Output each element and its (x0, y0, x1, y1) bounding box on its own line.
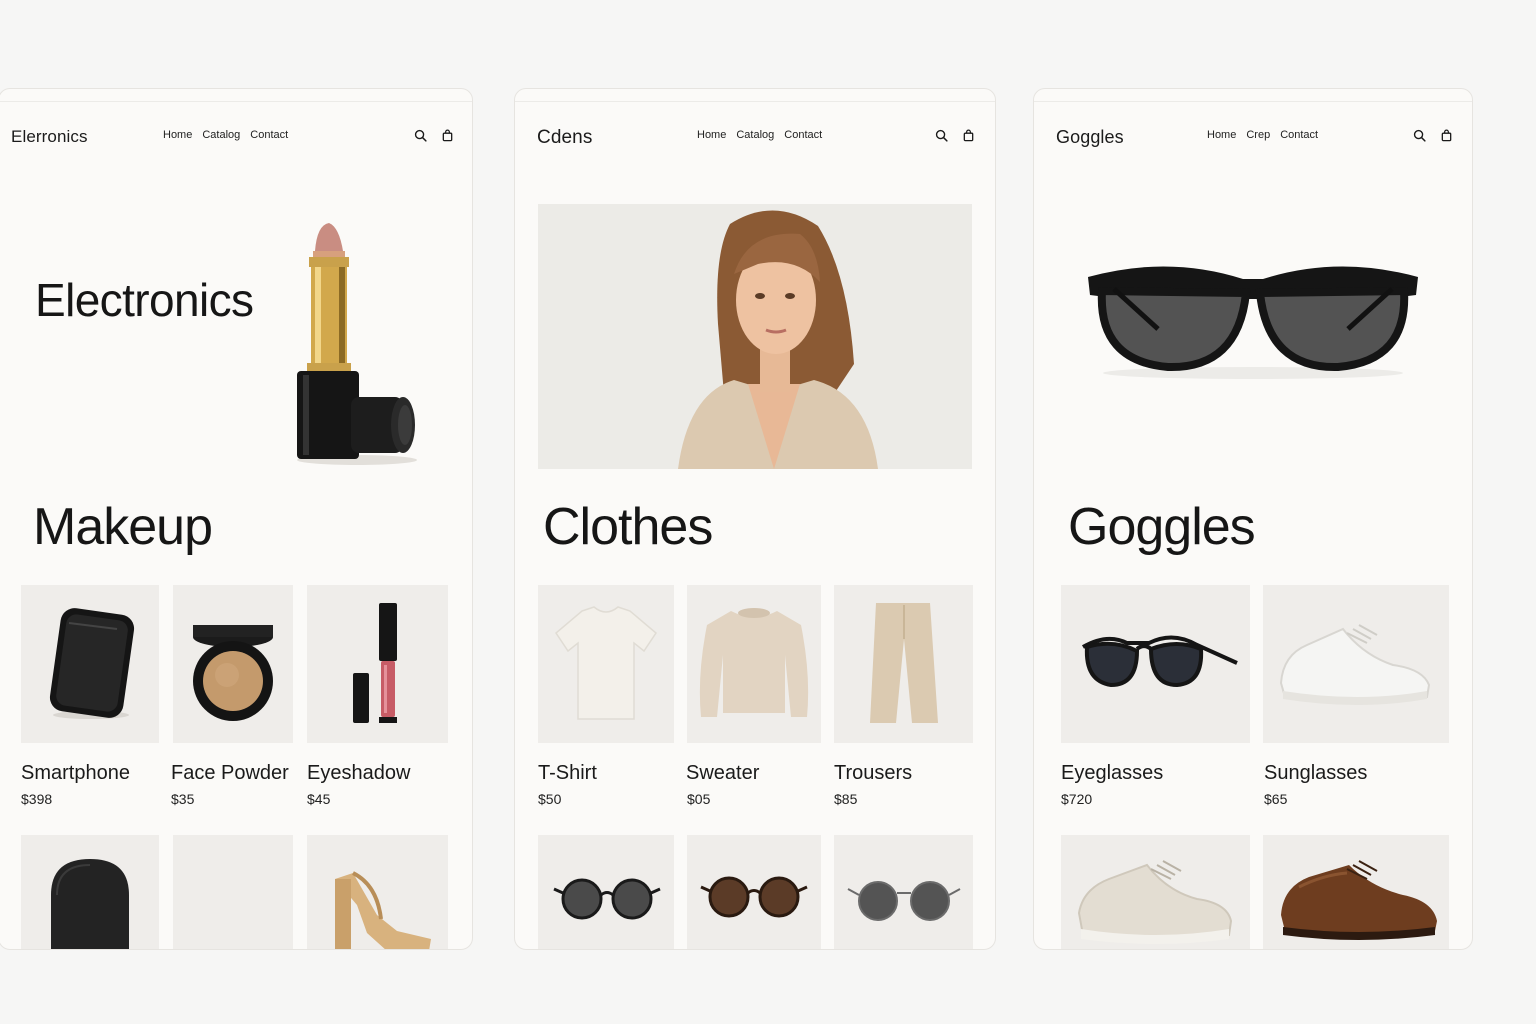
product-name[interactable]: Eyeshadow (307, 762, 410, 785)
main-nav: Home Catalog Contact (163, 129, 288, 141)
product-name[interactable]: Sweater (686, 762, 759, 785)
brand-logo[interactable]: Elerronics (11, 127, 88, 147)
brand-logo[interactable]: Goggles (1056, 127, 1124, 148)
product-tile-sweater[interactable] (687, 585, 821, 743)
product-name[interactable]: T-Shirt (538, 762, 597, 785)
panel-top-divider (515, 101, 995, 102)
nav-contact[interactable]: Contact (250, 129, 288, 141)
product-tile-derby-shoe[interactable] (1263, 835, 1449, 949)
nav-catalog[interactable]: Catalog (202, 129, 240, 141)
sunglasses-icon (553, 878, 661, 920)
smartphone-icon (49, 608, 135, 719)
product-price: $65 (1264, 791, 1288, 807)
product-price: $35 (171, 791, 195, 807)
product-name[interactable]: Face Powder (171, 762, 289, 785)
panel-top-divider (0, 101, 472, 102)
header-tools (935, 129, 975, 142)
product-name[interactable]: Sunglasses (1264, 762, 1367, 785)
product-name[interactable]: Eyeglasses (1061, 762, 1163, 785)
product-price: $85 (834, 791, 858, 807)
product-tile-sunglasses[interactable] (687, 835, 821, 949)
product-tile-sandal[interactable] (307, 835, 448, 949)
product-price: $50 (538, 791, 562, 807)
product-tile-sneaker[interactable] (1263, 585, 1449, 743)
product-price: $720 (1061, 791, 1093, 807)
nav-home[interactable]: Home (163, 129, 192, 141)
sneaker-icon (1077, 860, 1233, 944)
store-panel-electronics: Elerronics Home Catalog Contact Electron… (0, 88, 473, 950)
search-icon[interactable] (1413, 129, 1426, 142)
shopping-bag-icon[interactable] (1440, 129, 1453, 142)
product-name[interactable]: Trousers (834, 762, 912, 785)
sweater-icon (699, 608, 809, 717)
search-icon[interactable] (935, 129, 948, 142)
product-tile-speaker[interactable] (21, 835, 159, 949)
product-price: $398 (21, 791, 53, 807)
nav-home[interactable]: Home (1207, 129, 1236, 141)
product-tile-trousers[interactable] (834, 585, 973, 743)
t-shirt-icon (555, 606, 657, 720)
panel-top-divider (1034, 101, 1472, 102)
lip-gloss-icon (353, 603, 397, 723)
nav-catalog[interactable]: Catalog (736, 129, 774, 141)
section-title: Clothes (543, 498, 713, 556)
product-tile-t-shirt[interactable] (538, 585, 674, 743)
nav-crep[interactable]: Crep (1246, 129, 1270, 141)
shopping-bag-icon[interactable] (441, 129, 454, 142)
face-powder-icon (193, 625, 273, 721)
store-panel-clothes: Cdens Home Catalog Contact Clothes T-Shi… (514, 88, 996, 950)
product-price: $05 (687, 791, 711, 807)
product-price: $45 (307, 791, 331, 807)
product-name[interactable]: Smartphone (21, 762, 130, 785)
model-hero-image (538, 204, 972, 469)
smart-speaker-icon (51, 859, 129, 949)
sunglasses-icon (847, 881, 961, 921)
product-tile-eyeshadow[interactable] (307, 585, 448, 743)
derby-shoe-icon (1281, 860, 1437, 940)
product-tile-eyeglasses[interactable] (1061, 585, 1250, 743)
product-tile-sunglasses[interactable] (538, 835, 674, 949)
search-icon[interactable] (414, 129, 427, 142)
product-tile-smartphone[interactable] (21, 585, 159, 743)
section-title: Goggles (1068, 498, 1256, 556)
cat-eye-sunglasses-icon (1081, 635, 1238, 688)
nav-contact[interactable]: Contact (784, 129, 822, 141)
sunglasses-icon (700, 876, 808, 918)
lipstick-hero-image (297, 223, 417, 465)
header-tools (414, 129, 454, 142)
trousers-icon (870, 603, 938, 723)
sneaker-icon (1279, 624, 1431, 705)
main-nav: Home Crep Contact (1207, 129, 1318, 141)
nav-home[interactable]: Home (697, 129, 726, 141)
product-tile-empty[interactable] (173, 835, 293, 949)
product-tile-face-powder[interactable] (173, 585, 293, 743)
hero-title: Electronics (35, 274, 254, 326)
product-tile-sunglasses[interactable] (834, 835, 973, 949)
main-nav: Home Catalog Contact (697, 129, 822, 141)
brand-logo[interactable]: Cdens (537, 127, 592, 149)
header-tools (1413, 129, 1453, 142)
product-tile-sneaker[interactable] (1061, 835, 1250, 949)
nav-contact[interactable]: Contact (1280, 129, 1318, 141)
store-panel-goggles: Goggles Home Crep Contact Goggles Eyegla… (1033, 88, 1473, 950)
sunglasses-hero-image (1088, 266, 1418, 379)
heeled-sandal-icon (335, 871, 431, 949)
shopping-bag-icon[interactable] (962, 129, 975, 142)
section-title: Makeup (33, 498, 213, 556)
